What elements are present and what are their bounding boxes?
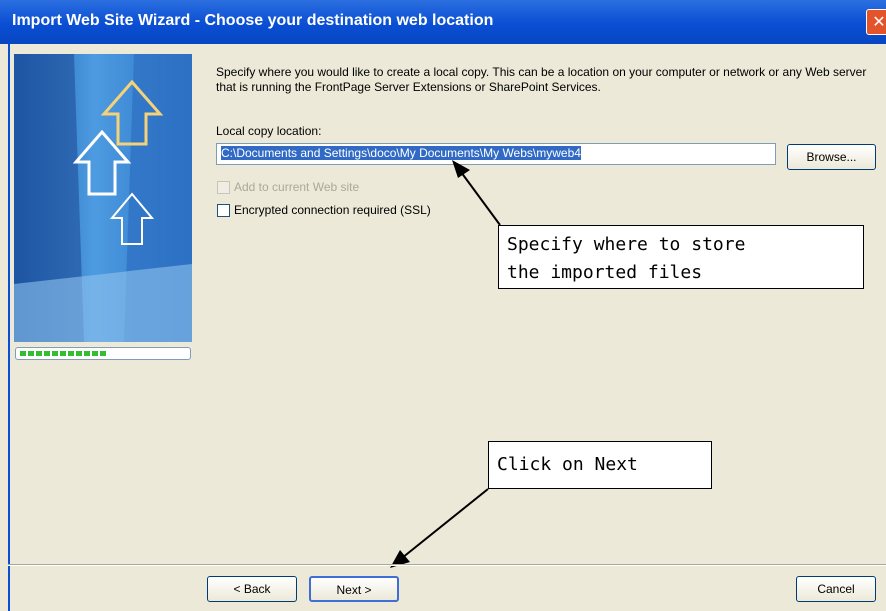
cancel-button[interactable]: Cancel: [796, 576, 876, 602]
footer-separator: [8, 564, 886, 566]
back-button[interactable]: < Back: [207, 576, 297, 602]
next-button[interactable]: Next >: [309, 576, 399, 602]
annotation-arrows: [390, 160, 501, 568]
store-arrow-head: [452, 160, 470, 178]
